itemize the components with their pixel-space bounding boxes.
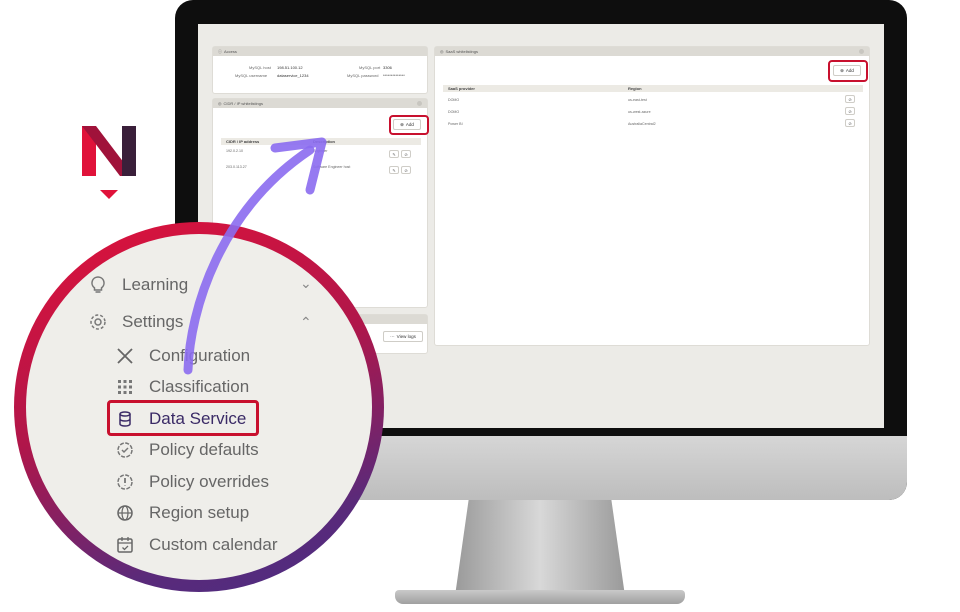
sidebar-item-label: Region setup	[149, 503, 250, 522]
gear-icon	[90, 314, 106, 330]
sidebar-item-policy-defaults[interactable]: Policy defaults	[115, 440, 315, 460]
shield-icon: ◎	[218, 101, 222, 106]
edit-icon[interactable]: ✎	[389, 166, 399, 174]
database-icon	[119, 411, 131, 427]
mysql-password-label: MySQL password	[347, 73, 379, 78]
mysql-port-value: 3306	[383, 65, 392, 70]
sidebar-item-label: Policy defaults	[149, 440, 259, 459]
cidr-title: CIDR / IP whitelistings	[223, 101, 264, 106]
sidebar-item-label: Policy overrides	[149, 472, 269, 491]
list-icon: ⋯	[390, 333, 395, 339]
panel-menu-icon[interactable]	[417, 101, 422, 106]
saas-panel: ◎ SaaS whitelistings ⊕ Add SaaS provider…	[434, 46, 870, 346]
grid-icon	[118, 380, 132, 394]
mysql-password-value: **************	[383, 73, 405, 78]
delete-icon[interactable]: ⊘	[845, 119, 855, 127]
panel-menu-icon[interactable]	[859, 49, 864, 54]
access-panel: ⓘ Access MySQL host 198.51.100.12 MySQL …	[212, 46, 428, 94]
info-icon: ⓘ	[218, 48, 222, 54]
table-row: Power BI AustraliaCentral2 ⊘	[443, 118, 863, 129]
mysql-username-label: MySQL username	[235, 73, 268, 78]
pointer-arrow	[183, 137, 327, 375]
delete-icon[interactable]: ⊘	[401, 150, 411, 158]
view-logs-label: View logs	[396, 334, 416, 339]
delete-icon[interactable]: ⊘	[401, 166, 411, 174]
sidebar-item-data-service[interactable]: Data Service	[115, 409, 255, 429]
mysql-host-value: 198.51.100.12	[277, 65, 303, 70]
table-row: DOMO us-east-test ⊘	[443, 94, 863, 105]
sidebar-item-policy-overrides[interactable]: Policy overrides	[115, 472, 325, 492]
saas-provider: DOMO	[448, 97, 460, 102]
exclamation-badge-icon	[117, 474, 133, 490]
saas-col-region: Region	[628, 86, 642, 91]
sidebar-item-label: Classification	[149, 377, 250, 396]
edit-icon[interactable]: ✎	[389, 150, 399, 158]
sidebar-item-custom-calendar[interactable]: Custom calendar	[115, 535, 315, 555]
sidebar-item-classification[interactable]: Classification	[115, 377, 315, 397]
tools-icon	[117, 348, 133, 364]
lightbulb-icon	[91, 276, 105, 293]
delete-icon[interactable]: ⊘	[845, 95, 855, 103]
saas-provider: Power BI	[448, 121, 463, 126]
calendar-icon	[117, 537, 133, 553]
access-panel-header: ⓘ Access	[213, 47, 427, 56]
monitor-stand-neck	[455, 500, 625, 596]
mysql-port-label: MySQL port	[359, 65, 381, 70]
saas-add-highlight	[828, 60, 868, 82]
saas-provider: DOMO	[448, 109, 460, 114]
sidebar-item-label: Custom calendar	[149, 535, 278, 554]
saas-panel-header: ◎ SaaS whitelistings	[435, 47, 869, 56]
globe-icon	[117, 505, 133, 521]
monitor-stand-base	[395, 590, 685, 604]
saas-region: us-west-azure	[628, 109, 651, 114]
shield-icon: ◎	[440, 49, 444, 54]
cidr-add-highlight	[389, 115, 429, 135]
sidebar-item-region-setup[interactable]: Region setup	[115, 503, 315, 523]
saas-title: SaaS whitelistings	[445, 49, 478, 54]
delete-icon[interactable]: ⊘	[845, 107, 855, 115]
brand-logo	[82, 126, 136, 199]
access-title: Access	[224, 49, 237, 54]
mysql-host-label: MySQL host	[249, 65, 271, 70]
mysql-username-value: dataservice_1234	[277, 73, 309, 78]
table-row: DOMO us-west-azure ⊘	[443, 106, 863, 117]
cidr-panel-header: ◎ CIDR / IP whitelistings	[213, 99, 427, 108]
saas-col-provider: SaaS provider	[448, 86, 475, 91]
sidebar-item-label: Data Service	[149, 409, 247, 428]
view-logs-button[interactable]: ⋯ View logs	[383, 331, 423, 342]
saas-region: us-east-test	[628, 97, 647, 102]
badge-check-icon	[117, 442, 133, 458]
saas-region: AustraliaCentral2	[628, 121, 656, 126]
saas-table-header: SaaS provider Region	[443, 85, 863, 92]
